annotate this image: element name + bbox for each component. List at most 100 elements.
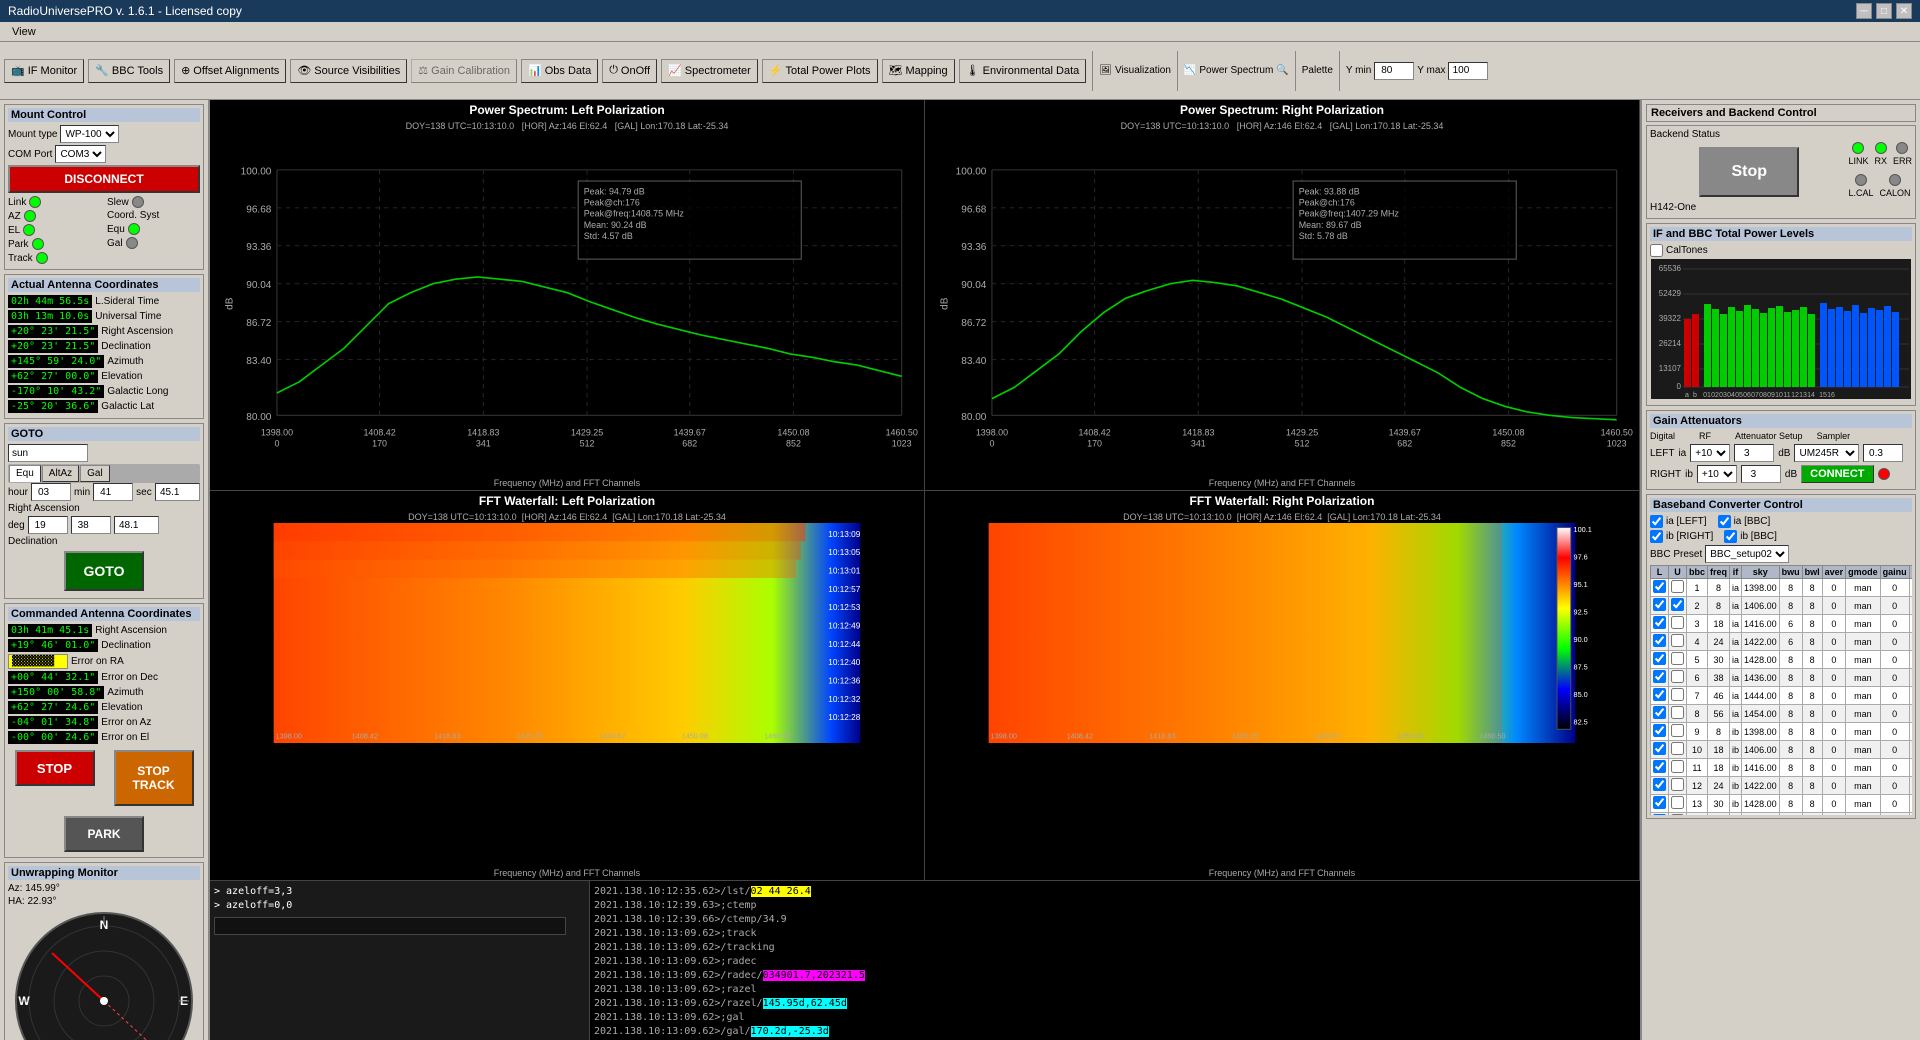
svg-text:1460.50: 1460.50 (1601, 427, 1633, 437)
stop-track-button[interactable]: STOPTRACK (114, 750, 194, 806)
svg-text:06: 06 (1743, 392, 1751, 399)
left-panel: Mount Control Mount type WP-100 COM Port… (0, 100, 210, 1040)
tab-gal[interactable]: Gal (80, 465, 110, 482)
if-monitor-button[interactable]: 📺 IF Monitor (4, 59, 84, 83)
cmd-err-ra-row: ▓▓▓▓▓▓▓ Error on RA (8, 654, 200, 669)
svg-text:96.68: 96.68 (961, 204, 987, 215)
ymin-input[interactable] (1374, 62, 1414, 80)
map-icon: 🗺 (889, 64, 903, 77)
link-led-group: LINK (1848, 142, 1868, 166)
svg-text:13107: 13107 (1659, 364, 1682, 373)
offset-alignments-button[interactable]: ⊕ Offset Alignments (174, 59, 286, 83)
left-power-title: Power Spectrum: Left Polarization (210, 100, 924, 120)
gain-attenuators-panel: Gain Attenuators Digital RF Attenuator S… (1646, 410, 1916, 490)
left-power-spectrum: Power Spectrum: Left Polarization DOY=13… (210, 100, 925, 490)
unwrapping-panel: Unwrapping Monitor Az: 145.99° HA: 22.93… (4, 862, 204, 1040)
svg-text:1429.25: 1429.25 (1232, 731, 1259, 740)
goto-deg-input[interactable] (28, 516, 68, 534)
left-digital-select[interactable]: +10 (1690, 444, 1730, 462)
gain-calibration-button[interactable]: ⚖ Gain Calibration (411, 59, 517, 83)
ib-bbc-checkbox[interactable] (1724, 530, 1737, 543)
cal-tones-checkbox[interactable] (1650, 244, 1663, 257)
goto-min2-input[interactable] (71, 516, 111, 534)
ia-left-checkbox-label: ia [LEFT] (1650, 515, 1707, 528)
actual-az-value: +145° 59' 24.0" (8, 355, 104, 368)
onoff-button[interactable]: ⏻ OnOff (602, 59, 657, 83)
park-button[interactable]: PARK (64, 816, 144, 852)
backend-calon-label: CALON (1879, 188, 1910, 198)
tab-equ[interactable]: Equ (9, 465, 41, 482)
mapping-button[interactable]: 🗺 Mapping (882, 59, 955, 83)
goto-sec-input[interactable] (155, 483, 200, 501)
left-sampler-input[interactable] (1863, 444, 1903, 462)
total-power-button[interactable]: ⚡ Total Power Plots (762, 59, 878, 83)
ib-right-checkbox[interactable] (1650, 530, 1663, 543)
spectrometer-button[interactable]: 📈 Spectrometer (661, 59, 758, 83)
table-row: 1018ib1406.00880man00 (1651, 741, 1913, 759)
cal-tones-label: CalTones (1666, 245, 1708, 256)
bbc-preset-select[interactable]: BBC_setup02 (1705, 545, 1789, 563)
backend-status-label: Backend Status (1650, 129, 1720, 140)
tab-altaz[interactable]: AltAz (42, 465, 79, 482)
disconnect-button[interactable]: DISCONNECT (8, 165, 200, 193)
goto-min-input[interactable] (93, 483, 133, 501)
svg-text:1418.83: 1418.83 (434, 731, 461, 740)
goto-hour-input[interactable] (31, 483, 71, 501)
el-led (23, 224, 35, 236)
svg-text:1460.50: 1460.50 (764, 731, 791, 740)
actual-dec-row: +20° 23' 21.5" Declination (8, 340, 200, 353)
svg-text:10:12:40: 10:12:40 (828, 658, 861, 667)
maximize-button[interactable]: □ (1876, 3, 1892, 19)
svg-text:10:12:53: 10:12:53 (828, 603, 861, 612)
svg-text:Std: 5.78 dB: Std: 5.78 dB (1299, 231, 1348, 241)
cmd-err-az-label: Error on Az (101, 717, 151, 728)
close-button[interactable]: ✕ (1896, 3, 1912, 19)
svg-text:90.0: 90.0 (1574, 635, 1588, 644)
col-if: if (1730, 566, 1742, 579)
ymax-input[interactable] (1448, 62, 1488, 80)
left-power-svg: 100.00 96.68 93.36 90.04 86.72 83.40 80.… (210, 132, 924, 476)
right-panel: Receivers and Backend Control Backend St… (1640, 100, 1920, 1040)
backend-err-label: ERR (1893, 156, 1912, 166)
env-icon: 🌡 (966, 64, 980, 77)
svg-text:852: 852 (1501, 439, 1516, 449)
power-spectrum-label: Power Spectrum (1199, 65, 1273, 76)
svg-text:170: 170 (372, 439, 387, 449)
goto-target-input[interactable] (8, 444, 88, 462)
svg-text:83.40: 83.40 (246, 356, 272, 367)
goto-button[interactable]: GOTO (64, 551, 144, 591)
stop-button[interactable]: STOP (15, 750, 95, 786)
menu-view[interactable]: View (4, 26, 44, 38)
environmental-button[interactable]: 🌡 Environmental Data (959, 59, 1087, 83)
com-port-select[interactable]: COM3 (55, 145, 106, 163)
terminal-command-input[interactable] (214, 917, 566, 935)
source-visibilities-button[interactable]: 👁 Source Visibilities (290, 59, 407, 83)
goto-sec2-input[interactable] (114, 516, 159, 534)
svg-text:0: 0 (1677, 382, 1682, 391)
svg-text:Peak@ch:176: Peak@ch:176 (584, 198, 640, 208)
col-sky: sky (1742, 566, 1780, 579)
actual-el-row: +62° 27' 00.0" Elevation (8, 370, 200, 383)
right-rf-input[interactable] (1741, 465, 1781, 483)
monitor-icon: 📺 (11, 64, 25, 77)
mount-type-select[interactable]: WP-100 (60, 125, 119, 143)
right-ib-label: ib (1685, 469, 1693, 480)
svg-text:1460.50: 1460.50 (1479, 731, 1506, 740)
minimize-button[interactable]: ─ (1856, 3, 1872, 19)
connect-button[interactable]: CONNECT (1801, 465, 1873, 483)
table-row: 28ia1406.00880man00 (1651, 597, 1913, 615)
ymin-ymax-control: Y min Y max (1346, 62, 1489, 80)
ia-left-checkbox[interactable] (1650, 515, 1663, 528)
obs-icon: 📊 (528, 64, 542, 77)
rf-label: RF (1699, 431, 1711, 441)
bbc-tools-button[interactable]: 🔧 BBC Tools (88, 59, 170, 83)
ia-bbc-checkbox[interactable] (1718, 515, 1731, 528)
backend-led-row1: LINK RX ERR (1848, 142, 1912, 166)
stop-backend-button[interactable]: Stop (1699, 147, 1799, 197)
svg-text:0: 0 (989, 439, 994, 449)
right-digital-select[interactable]: +10 (1697, 465, 1737, 483)
left-setup-select[interactable]: UM245R (1794, 444, 1859, 462)
sec-label: sec (136, 487, 152, 498)
left-rf-input[interactable] (1734, 444, 1774, 462)
obs-data-button[interactable]: 📊 Obs Data (521, 59, 598, 83)
